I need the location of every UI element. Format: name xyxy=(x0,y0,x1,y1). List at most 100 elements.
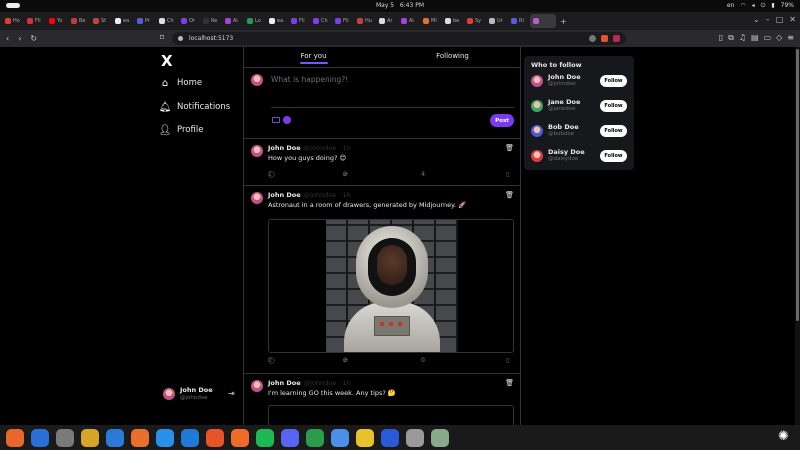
browser-tab[interactable]: Pr xyxy=(134,14,155,28)
browser-tab[interactable]: Ch xyxy=(310,14,331,28)
brave-shields-icon[interactable] xyxy=(601,35,608,42)
browser-tab[interactable]: Fli xyxy=(24,14,45,28)
new-tab-button[interactable]: + xyxy=(560,17,567,26)
minimize-icon[interactable]: – xyxy=(766,15,770,24)
suggested-user[interactable]: John Doe @johndoe Follow xyxy=(531,73,631,89)
delete-icon[interactable]: 🗑︎ xyxy=(505,144,514,152)
browser-tab[interactable]: St xyxy=(90,14,111,28)
browser-tab[interactable] xyxy=(530,14,556,28)
keyboard-layout[interactable]: en xyxy=(727,2,735,10)
browser-tab[interactable]: Fli xyxy=(332,14,353,28)
discord-icon[interactable] xyxy=(281,428,299,447)
browser-tab[interactable]: be xyxy=(442,14,463,28)
browser-tab[interactable]: Ai xyxy=(222,14,243,28)
tab-search-icon[interactable]: ⌄ xyxy=(753,15,760,24)
suggested-user[interactable]: Jane Doe @janedoe Follow xyxy=(531,98,631,114)
post-media[interactable] xyxy=(268,219,514,353)
suggested-user[interactable]: Daisy Doe @daisydoe Follow xyxy=(531,148,631,164)
follow-button[interactable]: Follow xyxy=(600,100,627,112)
files-icon[interactable] xyxy=(56,428,74,447)
help-icon[interactable] xyxy=(156,428,174,447)
browser-tab[interactable]: Or xyxy=(178,14,199,28)
browser-tab[interactable]: Ai xyxy=(398,14,419,28)
scrollbar-thumb[interactable] xyxy=(796,49,799,321)
bookmark-post-icon[interactable]: ▯ xyxy=(506,171,509,178)
browser-tab[interactable]: Yo xyxy=(46,14,67,28)
browser-tab[interactable]: Fli xyxy=(288,14,309,28)
tab-for-you[interactable]: For you xyxy=(244,47,383,67)
system-tray[interactable]: en ◠ ◂ ⏻ ▮ 79% xyxy=(727,2,794,10)
firefox-icon[interactable] xyxy=(6,428,24,447)
browser-tab[interactable]: Mi xyxy=(420,14,441,28)
maximize-icon[interactable]: □ xyxy=(776,15,784,24)
chromium-icon[interactable] xyxy=(331,428,349,447)
writer-icon[interactable] xyxy=(106,428,124,447)
browser-tab[interactable]: ea xyxy=(266,14,287,28)
software-icon[interactable] xyxy=(131,428,149,447)
menu-icon[interactable]: ≡ xyxy=(787,33,794,43)
logout-icon[interactable]: ⇥ xyxy=(228,389,235,398)
browser-tab[interactable]: ea xyxy=(112,14,133,28)
browser-tab[interactable]: Ri xyxy=(508,14,529,28)
chrome-icon[interactable] xyxy=(356,428,374,447)
postman-icon[interactable] xyxy=(231,428,249,447)
mongodb-icon[interactable] xyxy=(306,428,324,447)
x-logo-icon[interactable]: X xyxy=(161,52,173,70)
browser-tab[interactable]: Be xyxy=(68,14,89,28)
share-icon[interactable] xyxy=(589,35,596,42)
trash-icon[interactable] xyxy=(431,428,449,447)
post-button[interactable]: Post xyxy=(490,114,514,127)
delete-icon[interactable]: 🗑︎ xyxy=(505,191,514,199)
media-icon[interactable]: ♫ xyxy=(739,33,746,43)
browser-tab[interactable]: Re xyxy=(200,14,221,28)
browser-tab[interactable]: Ur xyxy=(486,14,507,28)
browser-tab[interactable]: Sy xyxy=(464,14,485,28)
sidebar-icon[interactable]: ▯ xyxy=(719,33,723,43)
nav-profile[interactable]: 👤︎ Profile xyxy=(159,125,204,136)
app-grid-icon[interactable]: ✺ xyxy=(778,429,789,444)
tab-following[interactable]: Following xyxy=(383,47,520,67)
nav-home[interactable]: ⌂ Home xyxy=(160,78,202,89)
image-upload-icon[interactable] xyxy=(272,117,280,123)
emoji-icon[interactable] xyxy=(283,116,291,124)
delete-icon[interactable]: 🗑︎ xyxy=(505,379,514,387)
system-clock[interactable]: May 5 6:43 PM xyxy=(0,2,800,9)
follow-button[interactable]: Follow xyxy=(600,150,627,162)
rhythmbox-icon[interactable] xyxy=(81,428,99,447)
browser-tab[interactable]: Lo xyxy=(244,14,265,28)
reload-icon[interactable]: ↻ xyxy=(30,34,37,43)
bookmark-post-icon[interactable]: ▯ xyxy=(506,357,509,364)
wallet-icon[interactable]: ▭ xyxy=(764,33,772,43)
vscode-icon[interactable] xyxy=(181,428,199,447)
thunderbird-icon[interactable] xyxy=(31,428,49,447)
reading-icon[interactable]: ▤ xyxy=(751,33,759,43)
disk-icon[interactable] xyxy=(406,428,424,447)
remmina-icon[interactable] xyxy=(381,428,399,447)
browser-tab[interactable]: Hu xyxy=(354,14,375,28)
follow-button[interactable]: Follow xyxy=(600,75,627,87)
browser-tab[interactable]: Ho xyxy=(2,14,23,28)
suggested-user[interactable]: Bob Doe @bobdoe Follow xyxy=(531,123,631,139)
post-media[interactable] xyxy=(268,405,514,425)
forward-icon[interactable]: › xyxy=(18,34,21,43)
nav-notifications[interactable]: 🔔︎ Notifications xyxy=(159,102,231,113)
brave-rewards-icon[interactable] xyxy=(613,35,620,42)
post-card[interactable]: John Doe @johndoe · 1h 🗑︎ I'm learning GO… xyxy=(244,374,520,425)
brave-icon[interactable] xyxy=(206,428,224,447)
address-bar[interactable]: localhost:5173 xyxy=(172,32,626,45)
browser-tab[interactable]: Ch xyxy=(156,14,177,28)
back-icon[interactable]: ‹ xyxy=(6,34,9,43)
post-card[interactable]: John Doe @johndoe · 1h 🗑︎ How you guys do… xyxy=(244,139,520,186)
site-info-icon[interactable] xyxy=(178,36,183,41)
close-window-icon[interactable]: ✕ xyxy=(789,15,796,24)
spotify-icon[interactable] xyxy=(256,428,274,447)
browser-tab[interactable]: Ar xyxy=(376,14,397,28)
vpn-icon[interactable]: ◇ xyxy=(776,33,782,43)
page-scrollbar[interactable] xyxy=(795,47,800,425)
bookmark-icon[interactable]: ⌑ xyxy=(160,33,164,42)
compose-input[interactable]: What is happening?! xyxy=(271,75,348,84)
post-card[interactable]: John Doe @johndoe · 1h 🗑︎ Astronaut in a … xyxy=(244,186,520,374)
current-user-card[interactable]: John Doe @johndoe xyxy=(163,386,213,402)
follow-button[interactable]: Follow xyxy=(600,125,627,137)
extensions-icon[interactable]: ⧉ xyxy=(728,33,734,43)
